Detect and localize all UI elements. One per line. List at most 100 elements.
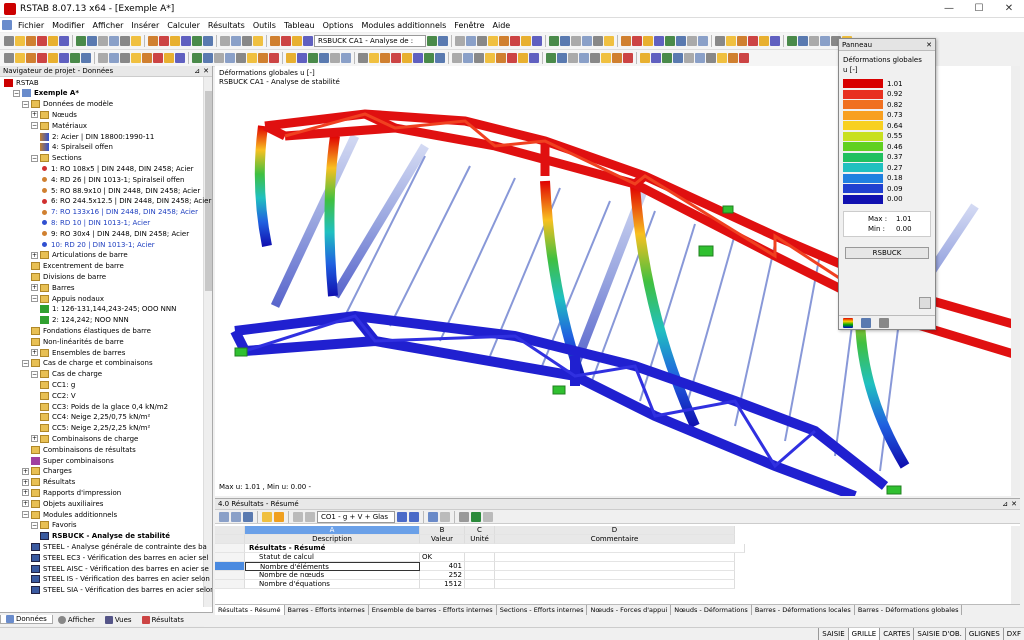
result-tab[interactable]: Nœuds - Forces d'appui bbox=[587, 605, 672, 615]
menu-item[interactable]: Options bbox=[319, 21, 358, 30]
tree-item[interactable]: STEEL AISC - Vérification des barres en … bbox=[31, 563, 209, 574]
tree-item[interactable]: + Résultats bbox=[22, 477, 75, 488]
next-case-icon[interactable] bbox=[409, 511, 419, 522]
tab-afficher[interactable]: Afficher bbox=[53, 615, 100, 624]
toolbar-button-icon[interactable] bbox=[452, 53, 462, 63]
toolbar-button-icon[interactable] bbox=[37, 36, 47, 46]
toolbar-button-icon[interactable] bbox=[728, 53, 738, 63]
expand-toggle-icon[interactable]: − bbox=[31, 122, 38, 130]
toolbar-button-icon[interactable] bbox=[175, 53, 185, 63]
toolbar-button-icon[interactable] bbox=[98, 53, 108, 63]
toolbar-button-icon[interactable] bbox=[37, 53, 47, 63]
tree-item[interactable]: − Exemple A* bbox=[13, 88, 79, 99]
result-tab[interactable]: Ensemble de barres - Efforts internes bbox=[369, 605, 497, 615]
tree-item[interactable]: + Articulations de barre bbox=[31, 250, 128, 261]
toolbar-button-icon[interactable] bbox=[81, 53, 91, 63]
tab-resultats[interactable]: Résultats bbox=[137, 615, 189, 624]
toolbar-button-icon[interactable] bbox=[568, 53, 578, 63]
tree-item[interactable]: + Combinaisons de charge bbox=[31, 433, 138, 444]
toolbar-button-icon[interactable] bbox=[48, 53, 58, 63]
toolbar-button-icon[interactable] bbox=[673, 53, 683, 63]
toolbar-button-icon[interactable] bbox=[4, 53, 14, 63]
menu-item[interactable]: Fichier bbox=[14, 21, 48, 30]
toolbar-button-icon[interactable] bbox=[203, 53, 213, 63]
toolbar-button-icon[interactable] bbox=[297, 53, 307, 63]
toolbar-button-icon[interactable] bbox=[391, 53, 401, 63]
tree-item[interactable]: + Objets auxiliaires bbox=[22, 498, 103, 509]
toolbar-button-icon[interactable] bbox=[496, 53, 506, 63]
toolbar-button-icon[interactable] bbox=[770, 36, 780, 46]
expand-toggle-icon[interactable]: + bbox=[31, 111, 38, 119]
sort-icon[interactable] bbox=[428, 511, 438, 522]
tree-item[interactable]: − Cas de charge et combinaisons bbox=[22, 358, 153, 369]
tree-item[interactable]: 4: RD 26 | DIN 1013-1; Spiralseil offen bbox=[40, 174, 184, 185]
toolbar-button-icon[interactable] bbox=[98, 36, 108, 46]
maximize-button[interactable]: ☐ bbox=[964, 0, 994, 18]
toolbar-button-icon[interactable] bbox=[676, 36, 686, 46]
toolbar-button-icon[interactable] bbox=[59, 36, 69, 46]
expand-toggle-icon[interactable]: − bbox=[22, 511, 29, 518]
menu-item[interactable]: Fenêtre bbox=[450, 21, 488, 30]
toolbar-button-icon[interactable] bbox=[26, 36, 36, 46]
tree-item[interactable]: STEEL SIA - Vérification des barres en a… bbox=[31, 585, 212, 596]
tree-item[interactable]: − Sections bbox=[31, 153, 82, 164]
toolbar-button-icon[interactable] bbox=[120, 53, 130, 63]
menu-item[interactable]: Aide bbox=[489, 21, 515, 30]
toolbar-button-icon[interactable] bbox=[59, 53, 69, 63]
toolbar-button-icon[interactable] bbox=[640, 53, 650, 63]
toolbar-button-icon[interactable] bbox=[159, 36, 169, 46]
toolbar-button-icon[interactable] bbox=[593, 36, 603, 46]
toolbar-button-icon[interactable] bbox=[330, 53, 340, 63]
filter-icon[interactable] bbox=[262, 511, 272, 522]
tree-item[interactable]: 7: RO 133x16 | DIN 2448, DIN 2458; Acier bbox=[40, 207, 198, 218]
toolbar-button-icon[interactable] bbox=[477, 36, 487, 46]
toolbar-button-icon[interactable] bbox=[510, 36, 520, 46]
toolbar-button-icon[interactable] bbox=[236, 53, 246, 63]
toolbar-button-icon[interactable] bbox=[665, 36, 675, 46]
toolbar-button-icon[interactable] bbox=[270, 36, 280, 46]
settings-icon[interactable] bbox=[861, 318, 871, 328]
toolbar-button-icon[interactable] bbox=[253, 36, 263, 46]
previous-icon[interactable] bbox=[293, 511, 303, 522]
toolbar-button-icon[interactable] bbox=[413, 53, 423, 63]
table-icon[interactable] bbox=[219, 511, 229, 522]
toolbar-button-icon[interactable] bbox=[438, 36, 448, 46]
toolbar-button-icon[interactable] bbox=[809, 36, 819, 46]
toolbar-button-icon[interactable] bbox=[369, 53, 379, 63]
status-toggle[interactable]: GLIGNES bbox=[964, 628, 1003, 640]
expand-toggle-icon[interactable]: + bbox=[31, 349, 38, 356]
expand-toggle-icon[interactable]: + bbox=[31, 251, 38, 259]
rsbuck-button[interactable]: RSBUCK bbox=[845, 247, 929, 259]
expand-toggle-icon[interactable]: − bbox=[22, 359, 29, 367]
toolbar-button-icon[interactable] bbox=[632, 36, 642, 46]
toolbar-button-icon[interactable] bbox=[164, 53, 174, 63]
tree-item[interactable]: 10: RD 20 | DIN 1013-1; Acier bbox=[40, 239, 155, 250]
tree-item[interactable]: − Cas de charge bbox=[31, 369, 102, 380]
combination-select[interactable]: CO1 - g + V + Glas bbox=[317, 510, 395, 523]
toolbar-button-icon[interactable] bbox=[579, 53, 589, 63]
toolbar-button-icon[interactable] bbox=[717, 53, 727, 63]
toolbar-button-icon[interactable] bbox=[488, 36, 498, 46]
toolbar-button-icon[interactable] bbox=[687, 36, 697, 46]
toolbar-button-icon[interactable] bbox=[521, 36, 531, 46]
tree-item[interactable]: − Modules additionnels bbox=[22, 509, 117, 520]
toolbar-button-icon[interactable] bbox=[820, 36, 830, 46]
result-tab[interactable]: Barres - Déformations locales bbox=[752, 605, 855, 615]
result-tab[interactable]: Résultats - Résumé bbox=[215, 605, 285, 615]
result-tab[interactable]: Nœuds - Déformations bbox=[671, 605, 752, 615]
expand-toggle-icon[interactable]: − bbox=[22, 100, 29, 108]
toolbar-button-icon[interactable] bbox=[341, 53, 351, 63]
toolbar-button-icon[interactable] bbox=[319, 53, 329, 63]
tree-item[interactable]: 6: RO 244.5x12.5 | DIN 2448, DIN 2458; A… bbox=[40, 196, 211, 207]
close-icon[interactable]: ✕ bbox=[926, 39, 932, 51]
expand-toggle-icon[interactable]: + bbox=[22, 489, 29, 497]
expand-toggle-icon[interactable]: + bbox=[22, 500, 29, 508]
menu-item[interactable]: Outils bbox=[249, 21, 280, 30]
toolbar-button-icon[interactable] bbox=[48, 36, 58, 46]
prev-case-icon[interactable] bbox=[397, 511, 407, 522]
expand-toggle-icon[interactable]: − bbox=[31, 370, 38, 378]
tree-item[interactable]: 1: RO 108x5 | DIN 2448, DIN 2458; Acier bbox=[40, 163, 194, 174]
toolbar-button-icon[interactable] bbox=[258, 53, 268, 63]
navigator-scrollbar[interactable] bbox=[203, 77, 212, 607]
expand-toggle-icon[interactable]: − bbox=[31, 154, 38, 162]
